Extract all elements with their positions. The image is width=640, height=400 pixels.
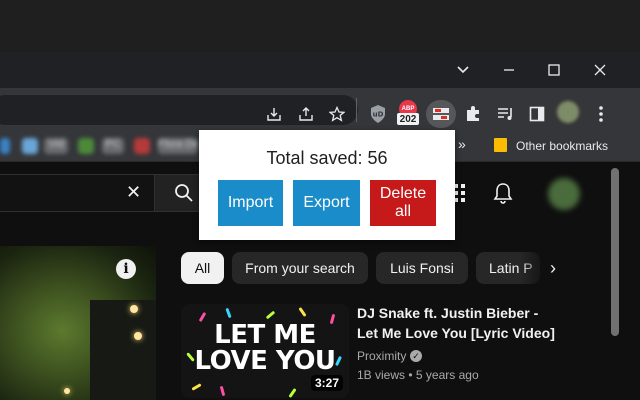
side-panel-icon[interactable] — [525, 102, 549, 126]
bookmark-favicon[interactable] — [22, 138, 38, 154]
other-bookmarks-folder[interactable]: Other bookmarks — [516, 139, 608, 153]
light-spot — [64, 388, 70, 394]
minimize-icon — [504, 69, 514, 71]
scrollbar-thumb[interactable] — [611, 168, 619, 336]
svg-text:uD: uD — [373, 111, 384, 119]
install-app-icon[interactable] — [262, 102, 286, 126]
light-spot — [130, 305, 138, 313]
total-saved-label: Total saved: 56 — [266, 148, 388, 168]
confetti — [219, 385, 226, 397]
chip-from-your-search[interactable]: From your search — [232, 252, 368, 284]
confetti — [265, 310, 276, 320]
delete-all-button[interactable]: Delete all — [370, 180, 436, 226]
export-button[interactable]: Export — [293, 180, 360, 226]
toolbar-divider — [356, 98, 357, 122]
notifications-bell-icon[interactable] — [492, 182, 514, 204]
ublock-extension-icon[interactable]: uD — [366, 102, 390, 126]
channel-name[interactable]: Proximity — [357, 349, 406, 363]
account-avatar[interactable] — [548, 178, 580, 210]
bookmark-favicon[interactable] — [78, 138, 94, 154]
saver-extension-icon — [433, 108, 449, 120]
extensions-puzzle-icon[interactable] — [461, 102, 485, 126]
chip-all[interactable]: All — [181, 252, 224, 284]
light-spot — [134, 332, 142, 340]
maximize-button[interactable] — [531, 52, 577, 88]
chips-fade — [520, 252, 550, 284]
share-icon[interactable] — [294, 102, 318, 126]
bookmark-item[interactable]: PC — [102, 138, 124, 154]
info-icon[interactable]: i — [116, 259, 136, 279]
video-duration: 3:27 — [311, 375, 344, 391]
import-button[interactable]: Import — [218, 180, 283, 226]
saver-extension-button[interactable] — [426, 100, 456, 128]
chevron-down-icon — [457, 66, 469, 74]
thumbnail-text-line: LOVE YOU — [194, 346, 336, 376]
video-title[interactable]: DJ Snake ft. Justin Bieber - Let Me Love… — [357, 303, 562, 343]
media-queue-icon[interactable] — [494, 102, 518, 126]
bookmark-star-icon[interactable] — [325, 102, 349, 126]
minimize-button[interactable] — [486, 52, 532, 88]
chrome-menu-icon[interactable] — [589, 102, 613, 126]
chip-luis-fonsi[interactable]: Luis Fonsi — [376, 252, 468, 284]
desktop-strip — [0, 0, 640, 52]
verified-check-icon: ✓ — [410, 350, 422, 362]
folder-icon — [494, 138, 507, 152]
profile-avatar[interactable] — [557, 101, 579, 123]
maximize-icon — [548, 64, 560, 76]
upload-age: 5 years ago — [415, 368, 479, 382]
chips-next-button[interactable]: › — [550, 258, 556, 279]
confetti — [288, 388, 297, 398]
video-meta: 1B views • 5 years ago — [357, 368, 479, 382]
meta-separator: • — [408, 368, 413, 382]
bookmark-favicon[interactable] — [0, 138, 10, 154]
close-icon — [594, 64, 606, 76]
thumbnail-text-line: LET ME — [214, 320, 316, 350]
confetti — [298, 307, 307, 317]
extension-popup: Total saved: 56 Import Export Delete all — [199, 130, 455, 240]
confetti — [198, 311, 207, 323]
player-shadow — [90, 300, 156, 400]
tab-search-button[interactable] — [440, 52, 486, 88]
view-count: 1B views — [357, 368, 406, 382]
clear-search-button[interactable]: ✕ — [126, 182, 141, 203]
bookmarks-overflow-button[interactable]: » — [458, 136, 466, 152]
confetti — [225, 307, 232, 319]
extension-badge-count: 202 — [397, 113, 419, 125]
thumbnail-text: LET ME LOVE YOU — [181, 322, 349, 374]
bookmark-item[interactable]: Fbza Demo — [158, 138, 198, 154]
bookmark-item[interactable]: Vid — [44, 138, 68, 154]
adblock-extension-icon[interactable]: ABP 202 — [397, 100, 419, 126]
bookmark-favicon[interactable] — [134, 138, 150, 154]
close-window-button[interactable] — [577, 52, 623, 88]
confetti — [191, 383, 202, 391]
search-icon — [175, 184, 193, 202]
